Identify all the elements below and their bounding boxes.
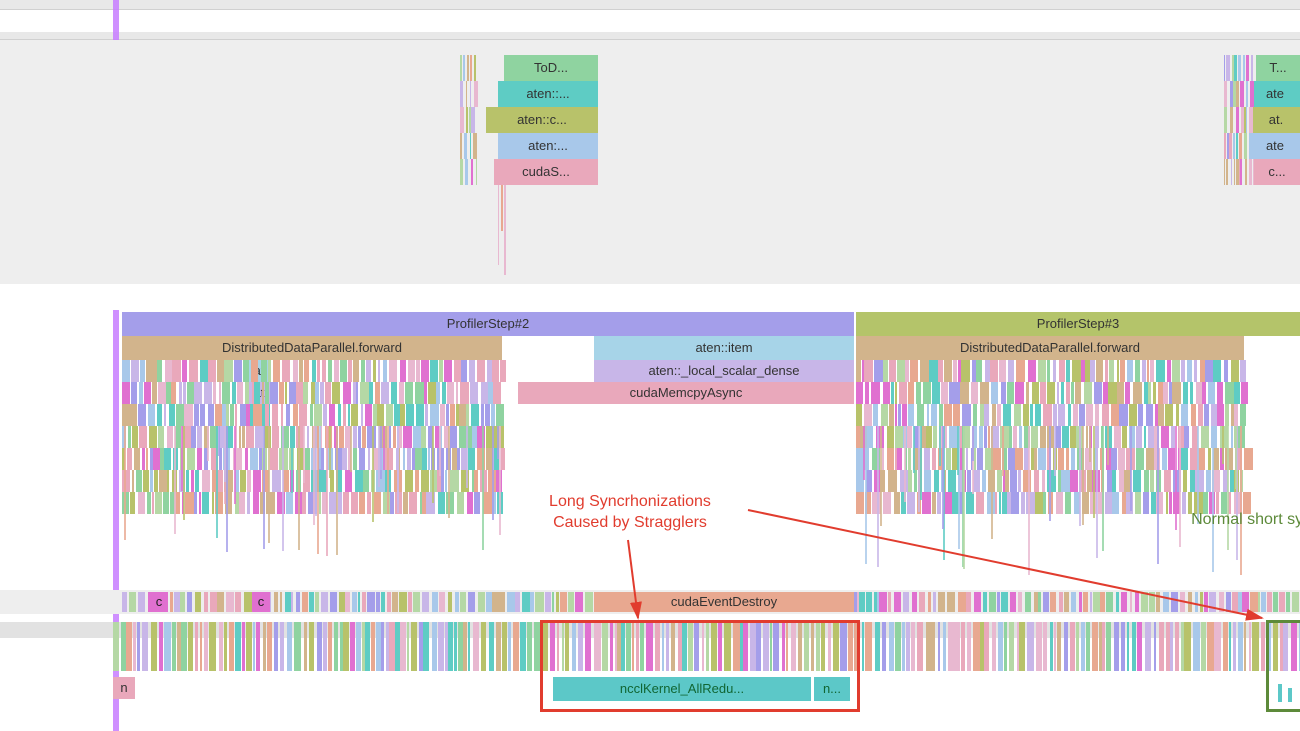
timeline-ruler — [0, 32, 1300, 40]
memcpy-bar[interactable]: cudaMemcpyAsync — [518, 382, 854, 404]
upper-stripes-right — [0, 40, 1300, 284]
tick-marks — [1278, 684, 1282, 702]
long-sync-callout-box — [540, 620, 860, 712]
annotation-line: Caused by Stragglers — [553, 514, 707, 531]
c-box[interactable]: c — [252, 592, 270, 612]
c-box[interactable]: c — [150, 592, 168, 612]
tick-marks — [1288, 688, 1292, 702]
local-scalar-bar[interactable]: aten::_local_scalar_dense — [594, 360, 854, 382]
profiler-step-2[interactable]: ProfilerStep#2 — [122, 312, 854, 336]
upper-track[interactable]: ToD... aten::... aten::c... aten:... cud… — [0, 40, 1300, 284]
ddp-forward-bar[interactable]: DistributedDataParallel.forward — [122, 336, 502, 360]
normal-sync-callout-box — [1266, 620, 1300, 712]
cuda-event-track[interactable]: c c cudaEventDestroy — [0, 590, 1300, 614]
normal-sync-annotation: Normal short syn — [1152, 510, 1300, 531]
aten-item-bar[interactable]: aten::item — [594, 336, 854, 360]
cuda-event-destroy-bar[interactable]: cudaEventDestroy — [594, 592, 854, 612]
profiler-step-3[interactable]: ProfilerStep#3 — [856, 312, 1300, 336]
top-ruler — [0, 0, 1300, 10]
flame-stripes-left — [122, 360, 502, 560]
ddp-forward-bar[interactable]: DistributedDataParallel.forward — [856, 336, 1244, 360]
annotation-line: Long Syncrhonizations — [549, 493, 711, 510]
long-sync-annotation: Long Syncrhonizations Caused by Straggle… — [520, 492, 740, 534]
